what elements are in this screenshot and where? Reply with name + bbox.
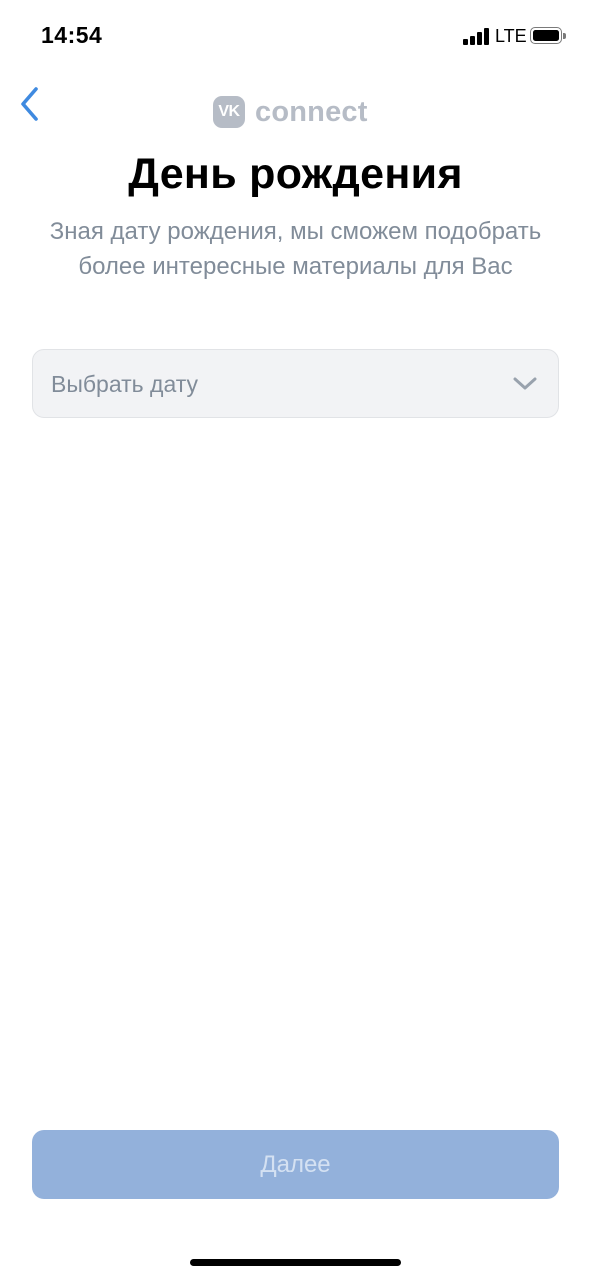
logo-text: connect <box>255 96 368 128</box>
page-subtitle: Зная дату рождения, мы сможем подобрать … <box>49 218 542 280</box>
next-button-label: Далее <box>260 1150 331 1178</box>
signal-icon <box>463 28 489 45</box>
network-type-label: LTE <box>495 26 527 46</box>
back-button[interactable] <box>10 84 50 124</box>
next-button[interactable]: Далее <box>32 1130 559 1199</box>
vk-connect-logo: VK connect <box>213 95 368 129</box>
page-title: День рождения <box>128 150 463 198</box>
date-select-placeholder: Выбрать дату <box>51 371 199 397</box>
status-time: 14:54 <box>41 22 103 48</box>
date-select[interactable]: Выбрать дату <box>32 349 559 418</box>
battery-icon <box>530 27 568 46</box>
vk-logo-icon: VK <box>213 96 245 128</box>
home-indicator[interactable] <box>190 1259 401 1266</box>
chevron-left-icon <box>21 87 38 121</box>
chevron-down-icon <box>513 377 537 390</box>
status-bar: 14:54 LTE <box>0 0 591 74</box>
